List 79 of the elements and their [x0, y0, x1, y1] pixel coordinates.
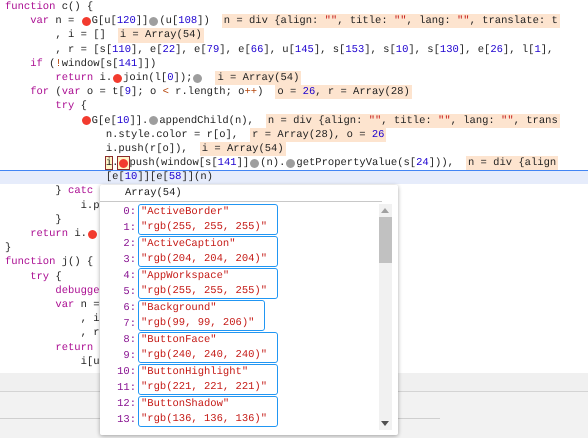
inline-value: i = Array(54) — [215, 70, 302, 86]
code-text: var n = — [55, 298, 100, 312]
inline-value: i = Array(54) — [200, 142, 286, 156]
inline-value: r = Array(28), o = 26 — [250, 128, 386, 142]
code-text: return — [55, 340, 94, 355]
entry-value[interactable]: "ActiveBorder" — [141, 205, 268, 220]
code-text: i.push(r[o]), — [106, 142, 188, 156]
code-text: , i — [80, 312, 100, 326]
breakpoint-icon[interactable] — [112, 72, 124, 84]
code-text: getPropertyValue(s[24])), — [296, 156, 454, 170]
entry-index: 5: — [123, 285, 136, 300]
entry-index: 9: — [123, 349, 136, 364]
entry-index: 4: — [123, 269, 136, 284]
entry-index: 7: — [123, 317, 136, 332]
code-text: G[u[120]] — [92, 14, 148, 28]
inline-value: n = div {align — [466, 156, 558, 170]
code-text: (u[108]) — [159, 14, 210, 28]
code-text: [e[10]][e[58]](n) — [106, 170, 213, 184]
code-text: , r — [80, 326, 100, 341]
entry-value[interactable]: "rgb(99, 99, 206)" — [141, 316, 254, 330]
breakpoint-icon[interactable] — [86, 228, 98, 240]
inline-value: o = 26, r = Array(28) — [275, 85, 412, 100]
code-text: return i. — [30, 227, 87, 242]
code-text: return i. — [55, 70, 112, 86]
code-text: for (var o = t[9]; o < r.length; o++) — [30, 85, 264, 100]
code-text: } catc — [55, 184, 94, 199]
entry-value[interactable]: "rgb(221, 221, 221)" — [141, 380, 268, 394]
entry-index: 12: — [117, 397, 136, 412]
code-text: function j() { — [5, 255, 94, 270]
entry-index: 6: — [123, 301, 136, 316]
entry-value[interactable]: "ButtonFace" — [141, 333, 268, 348]
code-text: join(l[0]); — [123, 70, 192, 86]
entry-index: 2: — [123, 237, 136, 252]
code-text: , r = [s[110], e[22], e[79], e[66], u[145], s[153], s[10], s[130], e[26], l[1], — [55, 42, 554, 57]
inline-value: i = Array(54) — [118, 28, 204, 43]
entry-index: 10: — [117, 365, 136, 380]
code-text: , i = [] — [55, 28, 106, 43]
code-text: } — [55, 212, 62, 228]
code-text: function c() { — [5, 0, 94, 14]
entry-index: 0: — [123, 205, 136, 220]
code-text: if (!window[s[141]]) — [30, 56, 156, 71]
code-text: i. — [106, 156, 118, 170]
code-text: (n). — [260, 156, 286, 170]
code-text: debugge — [55, 284, 100, 298]
entry-value[interactable]: "ButtonHighlight" — [141, 365, 268, 380]
code-text: var n = — [30, 14, 76, 28]
breakpoint-icon[interactable] — [80, 114, 92, 127]
code-text: try { — [30, 270, 62, 284]
code-text: try { — [55, 99, 87, 114]
entry-value[interactable]: "ActiveCaption" — [141, 237, 268, 252]
entry-index: 1: — [123, 221, 136, 236]
code-text: i.p — [80, 198, 100, 213]
inline-value: n = div {align: "", title: "", lang: "", trans — [266, 114, 560, 128]
code-text: i[u — [80, 354, 100, 369]
entry-value[interactable]: "rgb(255, 255, 255)" — [141, 220, 268, 234]
popover-title: Array(54) — [100, 185, 382, 202]
code-text: n.style.color = r[o], — [106, 128, 238, 142]
entry-index: 3: — [123, 253, 136, 268]
scrollbar-thumb[interactable] — [379, 217, 392, 263]
entry-value[interactable]: "rgb(240, 240, 240)" — [141, 348, 268, 362]
entry-index: 11: — [117, 381, 136, 396]
scroll-down-icon[interactable] — [381, 421, 389, 426]
entry-value[interactable]: "rgb(204, 204, 204)" — [141, 252, 268, 266]
code-text: appendChild(n), — [159, 114, 254, 128]
inline-value: n = div {align: "", title: "", lang: "", translate: t — [222, 14, 560, 28]
entry-value[interactable]: "ButtonShadow" — [141, 397, 268, 412]
code-text: G[e[10]]. — [92, 114, 148, 128]
entry-value[interactable]: "rgb(255, 255, 255)" — [141, 284, 268, 298]
scroll-up-icon[interactable] — [381, 208, 389, 213]
entry-index: 8: — [123, 333, 136, 348]
entry-index: 13: — [117, 413, 136, 428]
entry-value[interactable]: "Background" — [141, 301, 254, 316]
code-text: push(window[s[141]] — [129, 156, 250, 170]
breakpoint-icon[interactable] — [80, 15, 92, 28]
breakpoint-icon[interactable] — [118, 157, 130, 170]
scrollbar[interactable] — [379, 204, 392, 430]
entry-value[interactable]: "rgb(136, 136, 136)" — [141, 412, 268, 426]
entry-value[interactable]: "AppWorkspace" — [141, 269, 268, 284]
code-text: } — [5, 241, 12, 256]
